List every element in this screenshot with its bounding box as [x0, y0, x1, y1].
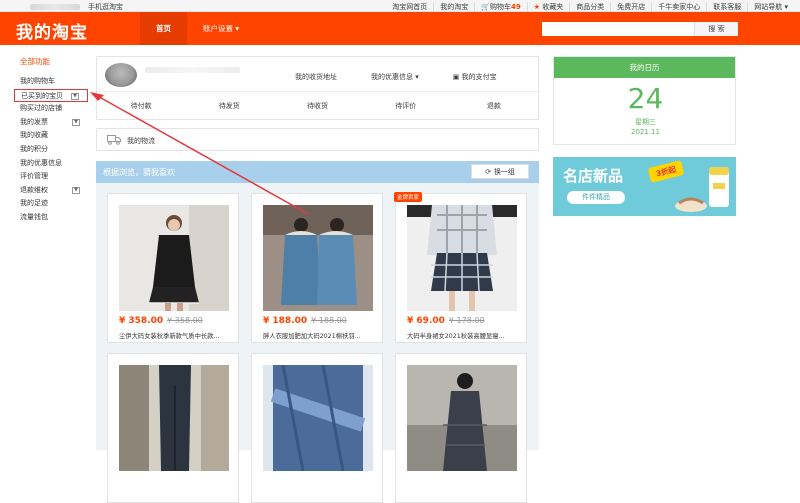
product-image[interactable] [263, 205, 373, 311]
favorites-link[interactable]: ★ 收藏夹 [526, 2, 570, 12]
avatar[interactable] [105, 63, 137, 87]
search-box: 搜 索 [542, 22, 738, 36]
original-price: ¥ 358.00 [167, 316, 203, 325]
site-nav-link[interactable]: 网站导航 ▾ [747, 2, 794, 12]
ad-banner[interactable]: 名店新品 3折起 件件精品 [553, 157, 736, 216]
cart-icon: 🛒 [481, 3, 490, 11]
header: 我的淘宝 首页 账户设置 ▾ 搜 索 [0, 12, 800, 45]
product-image [675, 167, 729, 212]
alipay-link[interactable]: ▣ 我的支付宝 [453, 72, 497, 82]
original-price: ¥ 188.00 [311, 316, 347, 325]
refresh-icon: ⟳ [485, 167, 491, 176]
address-link[interactable]: 我的收货地址 [295, 72, 337, 82]
top-bar: 手机逛淘宝 淘宝网首页 我的淘宝 🛒购物车49 ★ 收藏夹 商品分类 免费开店 … [0, 0, 800, 12]
product-title[interactable]: 尘伊大码女装秋季新款气质中长款... [119, 331, 234, 340]
product-image[interactable] [407, 365, 517, 471]
my-taobao-logo[interactable]: 我的淘宝 [16, 18, 88, 43]
product-image[interactable] [119, 205, 229, 311]
mobile-taobao-link[interactable]: 手机逛淘宝 [88, 2, 123, 12]
blurred-username [30, 4, 80, 10]
sidebar: 全部功能 我的购物车 已买到的宝贝 ▼ 购买过的店铺 我的发票 ▼ 我的收藏 我的积… [14, 56, 88, 225]
product-price: ¥ 358.00 ¥ 358.00 [119, 316, 203, 326]
calendar-widget: 我的日历 24 星期三 2021.11 [553, 56, 736, 145]
product-image[interactable] [119, 365, 229, 471]
sidebar-item-purchased[interactable]: 已买到的宝贝 ▼ [14, 88, 88, 103]
recommend-header: 根据浏览，猜我喜欢 ⟳ 换一组 [96, 161, 539, 183]
blurred-nickname [145, 67, 240, 73]
sidebar-item-points[interactable]: 我的积分 [14, 143, 88, 157]
main-nav: 首页 账户设置 ▾ [140, 12, 255, 45]
search-input[interactable] [542, 22, 694, 36]
cart-link[interactable]: 🛒购物车49 [474, 2, 526, 12]
expand-icon[interactable]: ▼ [72, 118, 80, 126]
gold-seller-badge: 金牌卖家 [394, 192, 423, 202]
nav-account-settings[interactable]: 账户设置 ▾ [187, 12, 255, 45]
divider [97, 91, 538, 92]
chevron-down-icon: ▾ [415, 73, 419, 81]
expand-icon[interactable]: ▼ [72, 186, 80, 194]
original-price: ¥ 178.00 [448, 316, 485, 325]
sidebar-item-data-wallet[interactable]: 流量钱包 [14, 211, 88, 225]
recommend-grid: ¥ 358.00 ¥ 358.00 尘伊大码女装秋季新款气质中长款... ¥ 18… [96, 183, 539, 503]
sidebar-head[interactable]: 全部功能 [20, 56, 88, 67]
categories-link[interactable]: 商品分类 [569, 2, 610, 12]
logistics-panel: 我的物流 [96, 128, 539, 151]
sidebar-item-footprint[interactable]: 我的足迹 [14, 197, 88, 211]
product-card[interactable]: ¥ 188.00 ¥ 188.00 胖人衣服加肥加大码2021棉袄羽... [251, 193, 383, 343]
sidebar-item-cart[interactable]: 我的购物车 [14, 75, 88, 89]
my-taobao-link[interactable]: 我的淘宝 [433, 2, 474, 12]
profile-panel: 我的收货地址 我的优惠信息 ▾ ▣ 我的支付宝 待付款 待发货 待收货 待评价 … [96, 56, 539, 120]
ad-title: 名店新品 [563, 167, 624, 185]
product-card[interactable]: ¥ 358.00 ¥ 358.00 尘伊大码女装秋季新款气质中长款... [107, 193, 239, 343]
logistics-label[interactable]: 我的物流 [127, 136, 155, 146]
search-button[interactable]: 搜 索 [694, 22, 738, 36]
product-price: ¥ 188.00 ¥ 188.00 [263, 316, 347, 326]
tab-pending-receipt[interactable]: 待收货 [273, 93, 361, 119]
product-image[interactable] [407, 205, 517, 311]
seller-center-link[interactable]: 千牛卖家中心 [651, 2, 706, 12]
product-image[interactable] [263, 365, 373, 471]
taobao-home-link[interactable]: 淘宝网首页 [386, 2, 433, 12]
customer-service-link[interactable]: 联系客服 [706, 2, 747, 12]
cart-count: 49 [510, 3, 521, 11]
truck-icon [107, 135, 121, 145]
expand-icon[interactable]: ▼ [71, 92, 79, 100]
star-icon: ★ [533, 3, 541, 11]
ad-subtitle: 件件精品 [567, 191, 625, 204]
calendar-year-month: 2021.11 [631, 128, 660, 136]
open-shop-link[interactable]: 免费开店 [610, 2, 651, 12]
product-card[interactable] [251, 353, 383, 503]
product-card[interactable] [395, 353, 527, 503]
tab-pending-review[interactable]: 待评价 [362, 93, 450, 119]
sidebar-item-invoice[interactable]: 我的发票 ▼ [14, 116, 88, 130]
order-status-tabs: 待付款 待发货 待收货 待评价 退款 [97, 93, 538, 119]
nav-home[interactable]: 首页 [140, 12, 187, 45]
sidebar-item-coupons[interactable]: 我的优惠信息 [14, 157, 88, 171]
calendar-title: 我的日历 [554, 57, 735, 78]
calendar-weekday: 星期三 [635, 118, 656, 126]
tab-pending-payment[interactable]: 待付款 [97, 93, 185, 119]
alipay-icon: ▣ [452, 73, 460, 81]
swap-button[interactable]: ⟳ 换一组 [471, 164, 529, 179]
recommend-title: 根据浏览，猜我喜欢 [103, 168, 175, 177]
tab-pending-shipment[interactable]: 待发货 [185, 93, 273, 119]
product-title[interactable]: 胖人衣服加肥加大码2021棉袄羽... [263, 331, 378, 340]
chevron-down-icon: ▾ [235, 24, 240, 33]
coupons-link[interactable]: 我的优惠信息 ▾ [371, 72, 419, 82]
sidebar-item-refunds[interactable]: 退款维权 ▼ [14, 184, 88, 198]
calendar-day: 24 [627, 82, 664, 115]
sidebar-item-favorites[interactable]: 我的收藏 [14, 129, 88, 143]
product-card[interactable]: 金牌卖家 ¥ 69.00 ¥ 178.00 大码半身裙女2021秋装高腰显瘦... [394, 192, 527, 343]
product-title[interactable]: 大码半身裙女2021秋装高腰显瘦... [407, 331, 522, 340]
product-card[interactable] [107, 353, 239, 503]
sidebar-item-shops[interactable]: 购买过的店铺 [14, 102, 88, 116]
tab-refund[interactable]: 退款 [450, 93, 538, 119]
sidebar-item-reviews[interactable]: 评价管理 [14, 170, 88, 184]
product-price: ¥ 69.00 ¥ 178.00 [407, 316, 485, 326]
